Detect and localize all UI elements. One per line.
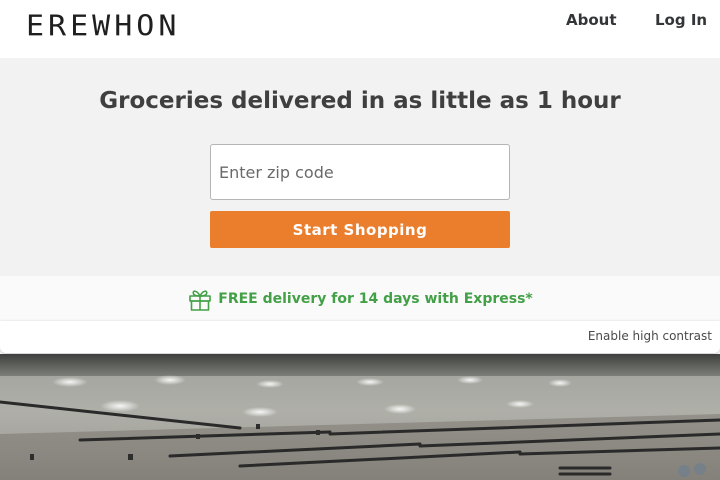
start-shopping-button[interactable]: Start Shopping [210, 211, 510, 248]
hero-headline: Groceries delivered in as little as 1 ho… [99, 88, 621, 114]
logo-text: EREWHON [26, 9, 181, 43]
promo-banner[interactable]: FREE delivery for 14 days with Express* [0, 276, 720, 321]
high-contrast-toggle[interactable]: Enable high contrast [588, 329, 712, 343]
erewhon-logo[interactable]: EREWHON [26, 9, 181, 43]
about-link[interactable]: About [566, 11, 617, 29]
promo-text: FREE delivery for 14 days with Express* [218, 290, 533, 307]
gift-icon [187, 286, 213, 312]
login-link[interactable]: Log In [655, 11, 707, 29]
site-header: EREWHON About Log In [0, 0, 720, 58]
promo-content: FREE delivery for 14 days with Express* [187, 286, 533, 312]
store-interior-illustration [0, 354, 720, 480]
store-interior-image [0, 354, 720, 480]
hero-section: Groceries delivered in as little as 1 ho… [0, 58, 720, 276]
zip-code-input[interactable] [210, 144, 510, 200]
accessibility-bar: Enable high contrast [0, 321, 720, 353]
